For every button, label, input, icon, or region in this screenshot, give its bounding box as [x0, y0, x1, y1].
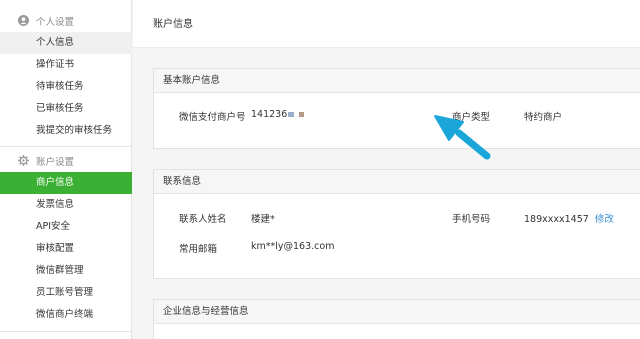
nav-staff-accounts[interactable]: 员工账号管理: [0, 282, 132, 304]
card-heading: 基本账户信息: [154, 69, 640, 93]
redaction-mask: [299, 112, 305, 117]
card-heading: 企业信息与经营信息: [154, 300, 640, 324]
nav-pending-review[interactable]: 待审核任务: [0, 76, 132, 98]
nav-merchant-terminal[interactable]: 微信商户终端: [0, 304, 132, 326]
merchant-id-label: 微信支付商户号: [179, 112, 246, 123]
email-label: 常用邮箱: [179, 244, 218, 255]
phone-label: 手机号码: [452, 214, 491, 225]
section-divider: [0, 331, 132, 332]
sidebar: 个人设置 个人信息 操作证书 待审核任务 已审核任务 我提交的审核任务 账户设置…: [0, 0, 132, 339]
section-personal-settings: 个人设置: [0, 10, 132, 32]
contact-name-label: 联系人姓名: [179, 214, 227, 225]
email-value: km**ly@163.com: [251, 241, 335, 252]
nav-operation-cert[interactable]: 操作证书: [0, 54, 132, 76]
section-heading: 个人设置: [36, 17, 75, 28]
nav-merchant-info[interactable]: 商户信息: [0, 172, 132, 194]
main-content: 账户信息 基本账户信息 微信支付商户号 141236 商户类型 特约商户 联系信…: [133, 0, 640, 339]
gear-icon: [18, 155, 29, 166]
phone-value: 189xxxx1457 修改: [524, 211, 614, 225]
merchant-id-text: 141236: [251, 109, 288, 120]
nav-wechat-group[interactable]: 微信群管理: [0, 260, 132, 282]
nav-reviewed[interactable]: 已审核任务: [0, 98, 132, 120]
nav-my-submitted[interactable]: 我提交的审核任务: [0, 120, 132, 142]
nav-api-security[interactable]: API安全: [0, 216, 132, 238]
merchant-type-value: 特约商户: [524, 112, 563, 123]
section-heading: 账户设置: [36, 157, 75, 168]
nav-personal-info[interactable]: 个人信息: [0, 32, 132, 54]
annotation-arrow-icon: [434, 115, 491, 160]
phone-number: 189xxxx1457: [524, 214, 589, 225]
nav-invoice-info[interactable]: 发票信息: [0, 194, 132, 216]
merchant-id-value: 141236: [251, 109, 305, 120]
enterprise-card: 企业信息与经营信息: [153, 299, 640, 339]
contact-card: 联系信息 联系人姓名 楼建* 手机号码 189xxxx1457 修改 常用邮箱 …: [153, 169, 640, 279]
basic-account-card: 基本账户信息 微信支付商户号 141236 商户类型 特约商户: [153, 68, 640, 149]
redaction-mask: [288, 112, 295, 117]
contact-name-value: 楼建*: [251, 214, 275, 225]
user-icon: [18, 15, 29, 26]
nav-review-config[interactable]: 审核配置: [0, 238, 132, 260]
card-heading: 联系信息: [154, 170, 640, 194]
modify-phone-link[interactable]: 修改: [595, 214, 614, 225]
page-title: 账户信息: [153, 19, 193, 30]
section-account-settings: 账户设置: [0, 150, 132, 172]
section-divider: [0, 146, 132, 147]
